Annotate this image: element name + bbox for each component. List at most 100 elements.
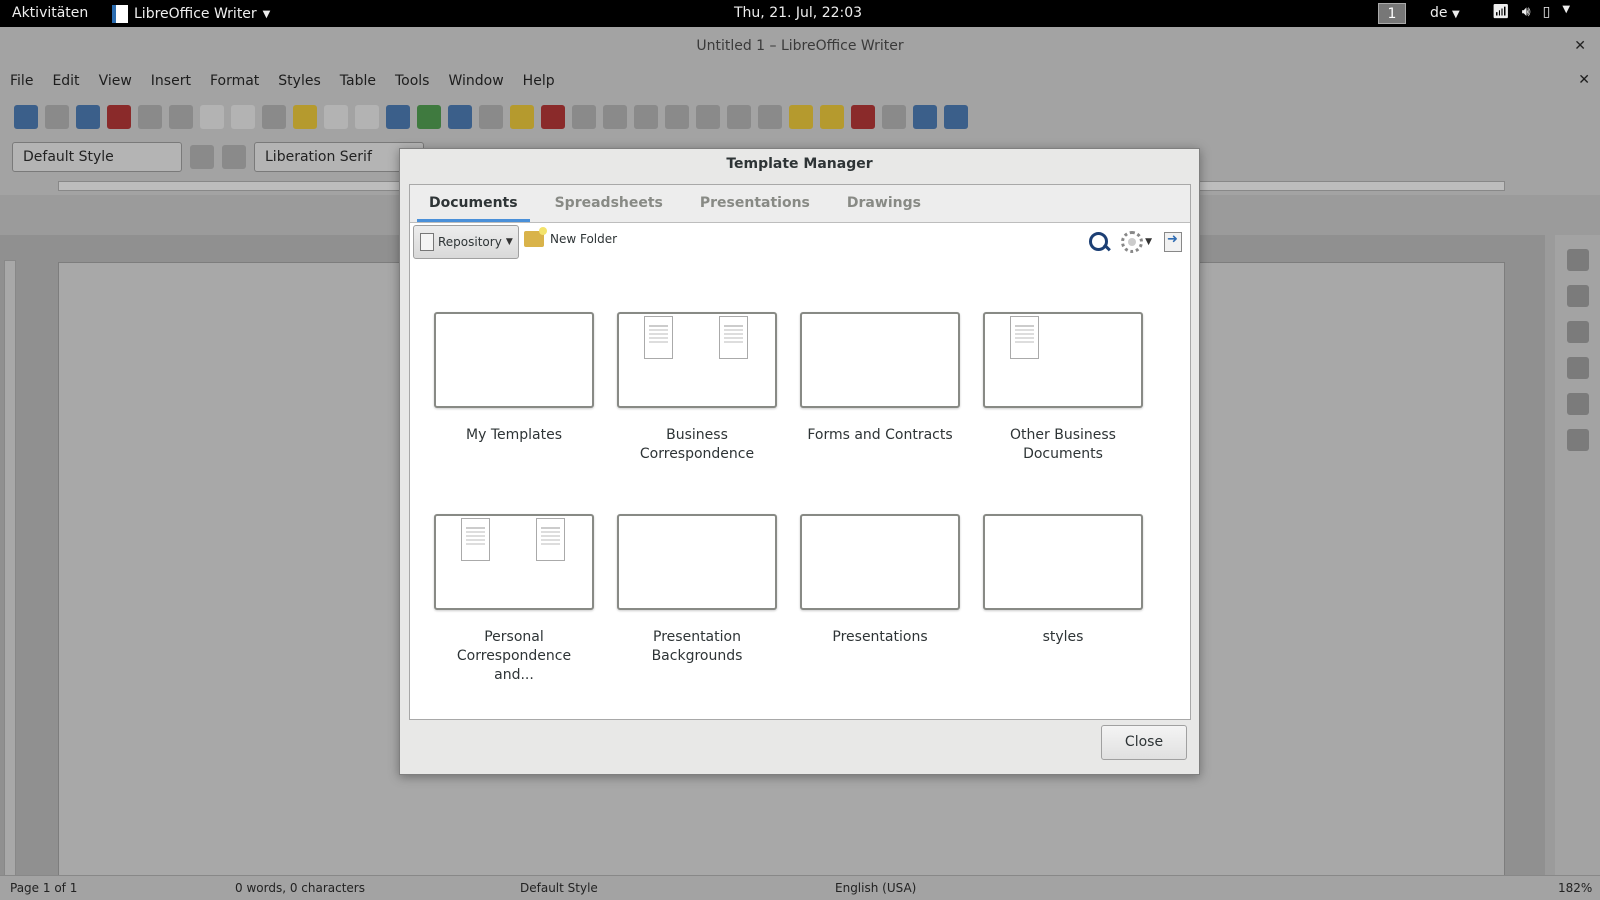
new-style-icon[interactable] <box>222 145 246 169</box>
tab-drawings[interactable]: Drawings <box>835 185 933 222</box>
zoom-level[interactable]: 182% <box>1558 881 1592 895</box>
formatting-marks-icon[interactable] <box>448 105 472 129</box>
tab-presentations[interactable]: Presentations <box>688 185 822 222</box>
close-button[interactable]: Close <box>1101 725 1187 760</box>
find-replace-icon[interactable] <box>386 105 410 129</box>
repository-button[interactable]: Repository ▼ <box>413 225 519 259</box>
gallery-icon[interactable] <box>1566 357 1589 379</box>
window-title: Untitled 1 – LibreOffice Writer <box>696 38 904 54</box>
template-folder[interactable]: Business Correspondence <box>617 312 777 472</box>
system-status-area[interactable]: 📶︎ 🔊︎ ▯ ▼ <box>1492 4 1570 20</box>
menu-styles[interactable]: Styles <box>278 73 320 89</box>
print-icon[interactable] <box>138 105 162 129</box>
template-folder[interactable]: styles <box>983 514 1143 674</box>
basic-shapes-icon[interactable] <box>913 105 937 129</box>
language-status[interactable]: English (USA) <box>835 881 916 895</box>
update-style-icon[interactable] <box>190 145 214 169</box>
paste-icon[interactable] <box>262 105 286 129</box>
paragraph-style-value: Default Style <box>23 149 114 165</box>
menu-view[interactable]: View <box>99 73 132 89</box>
font-name-value: Liberation Serif <box>265 149 372 165</box>
volume-icon: 🔊︎ <box>1521 4 1531 20</box>
template-folder[interactable]: Presentations <box>800 514 960 674</box>
open-icon[interactable] <box>45 105 69 129</box>
spelling-icon[interactable] <box>417 105 441 129</box>
folder-name: Presentation Backgrounds <box>651 629 743 664</box>
menu-tools[interactable]: Tools <box>395 73 430 89</box>
battery-icon: ▯ <box>1542 4 1551 20</box>
chevron-down-icon: ▼ <box>1145 237 1152 247</box>
menu-table[interactable]: Table <box>340 73 376 89</box>
template-preview <box>1010 316 1039 359</box>
cut-icon[interactable] <box>200 105 224 129</box>
template-folder[interactable]: Forms and Contracts <box>800 312 960 472</box>
print-preview-icon[interactable] <box>169 105 193 129</box>
footnote-icon[interactable] <box>727 105 751 129</box>
special-character-icon[interactable] <box>665 105 689 129</box>
page-break-icon[interactable] <box>603 105 627 129</box>
draw-functions-icon[interactable] <box>944 105 968 129</box>
gnome-top-bar: Aktivitäten LibreOffice Writer ▼ Thu, 21… <box>0 0 1600 27</box>
app-menu[interactable]: LibreOffice Writer ▼ <box>112 5 270 23</box>
vertical-ruler[interactable] <box>4 260 16 880</box>
activities-button[interactable]: Aktivitäten <box>12 5 88 21</box>
template-folder[interactable]: My Templates <box>434 312 594 472</box>
undo-icon[interactable] <box>324 105 348 129</box>
comment-icon[interactable] <box>820 105 844 129</box>
menu-window[interactable]: Window <box>448 73 503 89</box>
save-icon[interactable] <box>76 105 100 129</box>
paragraph-style-combo[interactable]: Default Style <box>12 142 182 172</box>
clone-formatting-icon[interactable] <box>293 105 317 129</box>
word-count[interactable]: 0 words, 0 characters <box>235 881 365 895</box>
chevron-down-icon: ▼ <box>1562 4 1571 15</box>
sidebar-deck <box>1555 235 1600 875</box>
close-window-icon[interactable]: ✕ <box>1574 27 1586 65</box>
close-document-icon[interactable]: ✕ <box>1578 72 1590 88</box>
insert-image-icon[interactable] <box>510 105 534 129</box>
endnote-icon[interactable] <box>758 105 782 129</box>
insert-table-icon[interactable] <box>479 105 503 129</box>
tab-documents[interactable]: Documents <box>417 185 530 222</box>
export-pdf-icon[interactable] <box>107 105 131 129</box>
menu-help[interactable]: Help <box>523 73 555 89</box>
line-icon[interactable] <box>882 105 906 129</box>
search-icon[interactable] <box>1089 232 1109 252</box>
menu-format[interactable]: Format <box>210 73 259 89</box>
template-notebook: Documents Spreadsheets Presentations Dra… <box>409 184 1191 720</box>
track-changes-icon[interactable] <box>851 105 875 129</box>
template-toolbar-right: ▼ <box>1089 231 1182 253</box>
template-preview <box>719 316 748 359</box>
insert-field-icon[interactable] <box>634 105 658 129</box>
template-folder[interactable]: Other Business Documents <box>983 312 1143 472</box>
sidebar-menu-icon[interactable] <box>1566 249 1589 271</box>
new-folder-button[interactable]: New Folder <box>524 227 617 247</box>
new-document-icon[interactable] <box>14 105 38 129</box>
redo-icon[interactable] <box>355 105 379 129</box>
page-style-status[interactable]: Default Style <box>520 881 598 895</box>
keyboard-layout-indicator[interactable]: de ▼ <box>1430 5 1460 21</box>
workspace-indicator[interactable]: 1 <box>1378 3 1406 24</box>
template-preview <box>644 316 673 359</box>
bookmark-icon[interactable] <box>789 105 813 129</box>
page-count[interactable]: Page 1 of 1 <box>10 881 77 895</box>
template-folder[interactable]: Personal Correspondence and... <box>434 514 594 683</box>
styles-icon[interactable] <box>1566 321 1589 343</box>
menu-insert[interactable]: Insert <box>151 73 191 89</box>
copy-icon[interactable] <box>231 105 255 129</box>
template-preview <box>461 518 490 561</box>
clock[interactable]: Thu, 21. Jul, 22:03 <box>734 5 862 21</box>
navigator-icon[interactable] <box>1566 393 1589 415</box>
action-menu-button[interactable]: ▼ <box>1121 231 1152 253</box>
insert-chart-icon[interactable] <box>541 105 565 129</box>
properties-icon[interactable] <box>1566 285 1589 307</box>
hyperlink-icon[interactable] <box>696 105 720 129</box>
tab-spreadsheets[interactable]: Spreadsheets <box>543 185 675 222</box>
writer-app-icon <box>112 5 128 23</box>
folder-thumbnail <box>617 514 777 610</box>
import-icon[interactable] <box>1164 232 1182 252</box>
template-folder[interactable]: Presentation Backgrounds <box>617 514 777 674</box>
manage-changes-icon[interactable] <box>1566 429 1589 451</box>
menu-edit[interactable]: Edit <box>52 73 79 89</box>
menu-file[interactable]: File <box>10 73 33 89</box>
insert-textbox-icon[interactable] <box>572 105 596 129</box>
